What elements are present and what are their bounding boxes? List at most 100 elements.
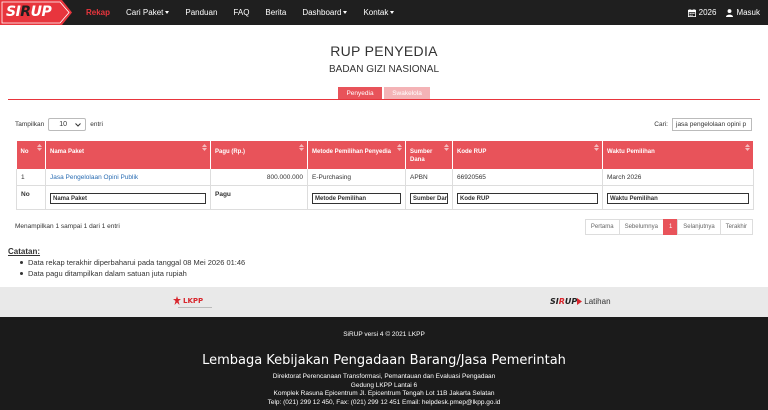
entries-value: 10 (59, 121, 68, 128)
page-current-button[interactable]: 1 (662, 219, 679, 235)
cell-nama-paket: Jasa Pengelolaan Opini Publik (45, 168, 211, 187)
entries-select[interactable]: 10 (48, 118, 87, 131)
sirup-small-logo: SIRUP (550, 297, 578, 306)
lkpp-emblem-icon (173, 296, 181, 305)
column-header-5[interactable]: Sumber Dana (405, 141, 453, 169)
arrow-right-icon (577, 298, 583, 305)
tab-penyedia[interactable]: Penyedia (338, 87, 382, 99)
nav-item-label: Berita (265, 8, 287, 17)
site-footer: SiRUP versi 4 © 2021 LKPP Lembaga Kebija… (0, 317, 768, 410)
filter-kode-cell: Kode RUP (452, 185, 603, 211)
sirup-logo[interactable]: SIRUP (0, 0, 72, 25)
table-filter-row: No Nama Paket Pagu Metode Pemilihan Sumb… (16, 185, 754, 211)
cell-sumber-dana: APBN (405, 168, 453, 187)
page-prev-button[interactable]: Sebelumnya (618, 219, 664, 235)
table-header-row: No Nama Paket Pagu (Rp.) Metode Pemilihan P… (16, 141, 754, 169)
filter-metode-cell: Metode Pemilihan (307, 185, 406, 211)
column-header-2[interactable]: Nama Paket (45, 141, 211, 169)
filter-no-label: No (16, 185, 46, 211)
organization-name: Lembaga Kebijakan Pengadaan Barang/Jasa … (202, 353, 566, 368)
nav-item-cari-paket[interactable]: Cari Paket (126, 8, 170, 17)
filter-sumber-input[interactable]: Sumber Dan (410, 193, 448, 205)
cell-pagu: 800.000.000 (210, 168, 308, 187)
column-header-label: Metode Pemilihan Penyedia (312, 149, 392, 155)
login-label: Masuk (736, 8, 760, 17)
nav-item-label: Kontak (363, 8, 389, 17)
partner-band: LKPP SIRUP Latihan (0, 287, 768, 317)
column-header-label: Pagu (Rp.) (215, 149, 245, 155)
column-header-label: No (20, 149, 29, 155)
column-header-7[interactable]: Waktu Pemilihan (602, 141, 754, 169)
nav-item-label: Dashboard (302, 8, 342, 17)
filter-nama-input[interactable]: Nama Paket (50, 193, 206, 205)
column-header-6[interactable]: Kode RUP (452, 141, 603, 169)
sort-icon (444, 144, 449, 151)
version-text: SiRUP versi 4 © 2021 LKPP (343, 331, 425, 338)
year-selector[interactable]: 2026 (687, 8, 717, 17)
filter-kode-input[interactable]: Kode RUP (457, 193, 598, 205)
page-first-button[interactable]: Pertama (584, 219, 620, 235)
cell-metode: E-Purchasing (307, 168, 406, 187)
column-header-1[interactable]: No (16, 141, 46, 169)
nav-item-panduan[interactable]: Panduan (185, 8, 217, 17)
table-row: 1 Jasa Pengelolaan Opini Publik 800.000.00… (16, 168, 754, 187)
caret-down-icon (165, 11, 170, 15)
page-title: RUP PENYEDIA (330, 43, 438, 59)
column-header-label: Nama Paket (50, 149, 85, 155)
filter-metode-input[interactable]: Metode Pemilihan (312, 193, 401, 205)
cell-no: 1 (16, 168, 46, 187)
filter-nama-cell: Nama Paket (45, 185, 211, 211)
address-line: Komplek Rasuna Epicentrum Jl. Epicentrum… (273, 390, 495, 397)
filter-waktu-cell: Waktu Pemilihan (602, 185, 754, 211)
address-line: Telp: (021) 299 12 450, Fax: (021) 299 1… (267, 398, 501, 406)
chevron-down-icon (75, 122, 82, 127)
sort-icon (397, 144, 402, 151)
filter-pagu-label: Pagu (210, 185, 308, 211)
column-header-4[interactable]: Metode Pemilihan Penyedia (307, 141, 406, 169)
show-label: Tampilkan (15, 121, 45, 128)
entries-length-control: Tampilkan 10 entri (15, 118, 103, 131)
column-header-label: Kode RUP (457, 149, 487, 155)
package-link[interactable]: Jasa Pengelolaan Opini Publik (50, 174, 138, 181)
nav-item-label: Panduan (185, 8, 218, 17)
footer-address: Direktorat Perencanaan Transformasi, Pem… (0, 373, 768, 407)
sirup-latihan-link[interactable]: SIRUP Latihan (550, 297, 611, 306)
filter-sumber-cell: Sumber Dan (405, 185, 453, 211)
pagination: Pertama Sebelumnya 1 Selanjutnya Terakhi… (584, 219, 753, 235)
nav-item-dashboard[interactable]: Dashboard (302, 8, 348, 17)
top-navbar: SIRUP Rekap Cari Paket Panduan FAQ Berita Das… (0, 0, 768, 25)
cell-kode-rup: 66920565 (452, 168, 603, 187)
column-header-3[interactable]: Pagu (Rp.) (210, 141, 308, 169)
entries-label: entri (90, 121, 103, 128)
sort-icon (745, 144, 750, 151)
lkpp-underline (178, 307, 212, 308)
search-input[interactable]: jasa pengelolaan opini p (672, 118, 752, 131)
calendar-icon (687, 8, 696, 17)
latihan-label: Latihan (584, 297, 611, 306)
nav-item-kontak[interactable]: Kontak (363, 8, 395, 17)
title-divider (8, 99, 760, 100)
search-label: Cari: (654, 121, 668, 128)
note-item: Data pagu ditampilkan dalam satuan juta … (20, 269, 245, 278)
sort-icon (37, 144, 42, 151)
nav-item-label: FAQ (233, 8, 250, 17)
note-item: Data rekap terakhir diperbaharui pada ta… (20, 258, 245, 267)
page-last-button[interactable]: Terakhir (719, 219, 753, 235)
lkpp-logo[interactable]: LKPP (173, 296, 203, 305)
nav-item-label: Cari Paket (126, 8, 164, 17)
filter-waktu-input[interactable]: Waktu Pemilihan (607, 193, 749, 205)
user-icon (726, 8, 734, 17)
login-link[interactable]: Masuk (726, 8, 760, 17)
year-label: 2026 (698, 8, 717, 17)
rup-tabs: Penyedia Swakelola (0, 87, 768, 99)
address-line: Gedung LKPP Lantai 6 (350, 381, 418, 389)
nav-item-berita[interactable]: Berita (265, 8, 286, 17)
nav-item-rekap[interactable]: Rekap (86, 8, 110, 17)
nav-item-faq[interactable]: FAQ (233, 8, 249, 17)
column-header-label: Waktu Pemilihan (607, 149, 655, 155)
main-menu: Rekap Cari Paket Panduan FAQ Berita Dashboard… (86, 8, 410, 17)
page-next-button[interactable]: Selanjutnya (677, 219, 721, 235)
logo-text: SIRUP (6, 4, 52, 20)
caret-down-icon (343, 11, 348, 15)
tab-swakelola[interactable]: Swakelola (384, 87, 430, 99)
